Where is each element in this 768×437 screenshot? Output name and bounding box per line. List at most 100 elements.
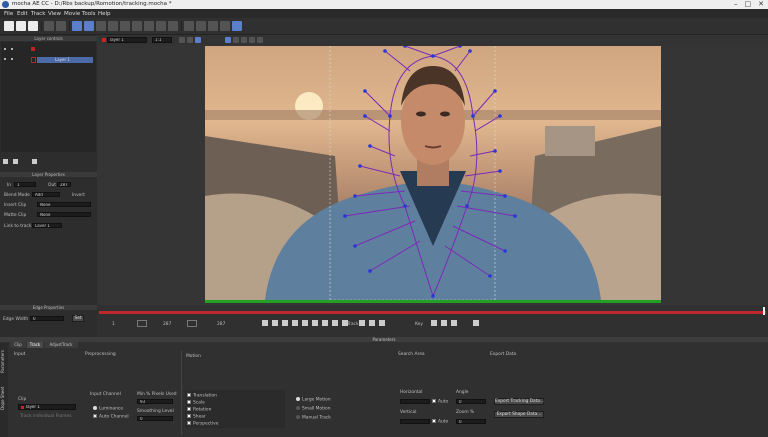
angle-field[interactable]: 0 <box>456 399 486 404</box>
stop-icon[interactable] <box>302 320 308 326</box>
menu-view[interactable]: View <box>48 11 61 17</box>
track-stop-icon[interactable] <box>369 320 375 326</box>
menu-file[interactable]: File <box>4 11 13 17</box>
link-icon[interactable] <box>184 21 194 31</box>
show-layers-icon[interactable] <box>225 37 231 43</box>
luminance-radio[interactable]: Luminance <box>93 406 123 412</box>
visibility-icon[interactable] <box>4 58 6 60</box>
fit-layer-icon[interactable] <box>32 159 37 164</box>
input-clip-select[interactable]: layer 1 <box>18 404 76 410</box>
edge-width-field[interactable]: 0 <box>30 316 64 321</box>
select-tool-icon[interactable] <box>72 21 82 31</box>
scale-checkbox[interactable]: Scale <box>187 400 205 406</box>
step-back-icon[interactable] <box>282 320 288 326</box>
menu-edit[interactable]: Edit <box>17 11 28 17</box>
menu-movie[interactable]: Movie <box>64 11 80 17</box>
side-tab-parameters[interactable]: Parameters <box>0 347 8 377</box>
track-individual-frames[interactable]: Track individual Frames <box>20 414 72 419</box>
manual-track-radio[interactable]: Manual Track <box>296 415 331 421</box>
link-to-track-select[interactable]: Layer 1 <box>32 223 62 228</box>
view-option-icon[interactable] <box>195 37 201 43</box>
hand-tool-icon[interactable] <box>108 21 118 31</box>
view-option-icon[interactable] <box>187 37 193 43</box>
side-tab-dope-sheet[interactable]: Dope Sheet <box>0 383 8 413</box>
timeline-scrub-bar[interactable] <box>99 311 766 314</box>
large-motion-radio[interactable]: Large Motion <box>296 397 331 403</box>
bezier-tool-icon[interactable] <box>144 21 154 31</box>
show-surface-icon[interactable] <box>257 37 263 43</box>
show-splines-icon[interactable] <box>233 37 239 43</box>
shear-checkbox[interactable]: Shear <box>187 414 206 420</box>
track-backward-icon[interactable] <box>359 320 365 326</box>
zoom-select[interactable]: 1:1 <box>152 37 172 43</box>
vertical-auto-checkbox[interactable]: Auto <box>432 419 448 425</box>
export-tracking-data-button[interactable]: Export Tracking Data... <box>494 398 544 405</box>
tab-clip[interactable]: Clip <box>10 342 26 348</box>
goto-start-icon[interactable] <box>262 320 268 326</box>
menu-tools[interactable]: Tools <box>82 11 96 17</box>
smoothing-field[interactable]: 0 <box>137 416 173 421</box>
next-key-icon[interactable] <box>332 320 338 326</box>
zoom-tool-icon[interactable] <box>120 21 130 31</box>
add-layer-icon[interactable] <box>3 159 8 164</box>
playhead[interactable] <box>763 307 765 315</box>
surface-tool-icon[interactable] <box>232 21 242 31</box>
maximize-button[interactable]: □ <box>745 0 752 8</box>
layer-lock-icon[interactable] <box>31 57 36 63</box>
tab-adjust-track[interactable]: AdjustTrack <box>44 342 78 348</box>
auto-key-icon[interactable] <box>473 320 479 326</box>
open-project-icon[interactable] <box>16 21 26 31</box>
rotation-checkbox[interactable]: Rotation <box>187 407 211 413</box>
zoom-percent-field[interactable]: 0 <box>456 419 486 424</box>
new-project-icon[interactable] <box>4 21 14 31</box>
circle-tool-icon[interactable] <box>168 21 178 31</box>
horizontal-auto-checkbox[interactable]: Auto <box>432 399 448 405</box>
track-forward-icon[interactable] <box>379 320 385 326</box>
rotate-icon[interactable] <box>208 21 218 31</box>
crosshair-icon[interactable] <box>220 21 230 31</box>
set-in-point-icon[interactable] <box>137 320 147 327</box>
menu-help[interactable]: Help <box>98 11 111 17</box>
visibility-icon[interactable] <box>11 48 13 50</box>
minimize-button[interactable]: – <box>734 0 738 8</box>
layer-list[interactable]: Layer 1 <box>1 42 96 152</box>
menu-track[interactable]: Track <box>31 11 45 17</box>
prev-key-icon[interactable] <box>272 320 278 326</box>
layer-select[interactable]: layer 1 <box>107 37 147 43</box>
show-planar-icon[interactable] <box>241 37 247 43</box>
move-icon[interactable] <box>196 21 206 31</box>
redo-icon[interactable] <box>56 21 66 31</box>
insert-clip-select[interactable]: None <box>37 202 91 207</box>
rect-tool-icon[interactable] <box>156 21 166 31</box>
auto-channel-checkbox[interactable]: Auto Channel <box>93 414 129 420</box>
translation-checkbox[interactable]: Translation <box>187 393 217 399</box>
key-option-icon[interactable] <box>451 320 457 326</box>
in-field[interactable]: 1 <box>14 182 36 187</box>
vertical-field[interactable] <box>400 419 430 424</box>
tab-track[interactable]: Track <box>27 342 43 348</box>
save-project-icon[interactable] <box>28 21 38 31</box>
set-edge-button[interactable]: Set <box>72 315 84 322</box>
layer-row[interactable]: Layer 1 <box>37 57 93 63</box>
undo-icon[interactable] <box>44 21 54 31</box>
export-shape-data-button[interactable]: Export Shape Data... <box>494 411 544 418</box>
add-point-icon[interactable] <box>96 21 106 31</box>
matte-clip-select[interactable]: None <box>37 212 91 217</box>
small-motion-radio[interactable]: Small Motion <box>296 406 330 412</box>
add-key-icon[interactable] <box>431 320 437 326</box>
show-grid-icon[interactable] <box>249 37 255 43</box>
play-forward-icon[interactable] <box>312 320 318 326</box>
select-points-icon[interactable] <box>84 21 94 31</box>
delete-layer-icon[interactable] <box>13 159 18 164</box>
set-out-point-icon[interactable] <box>187 320 197 327</box>
delete-key-icon[interactable] <box>441 320 447 326</box>
play-backward-icon[interactable] <box>292 320 298 326</box>
blend-mode-select[interactable]: Add <box>32 192 60 197</box>
visibility-icon[interactable] <box>4 48 6 50</box>
out-field[interactable]: 287 <box>57 182 71 187</box>
view-option-icon[interactable] <box>179 37 185 43</box>
layer-color-icon[interactable] <box>31 47 35 51</box>
close-button[interactable]: ✕ <box>758 0 764 8</box>
step-forward-icon[interactable] <box>322 320 328 326</box>
visibility-icon[interactable] <box>11 58 13 60</box>
